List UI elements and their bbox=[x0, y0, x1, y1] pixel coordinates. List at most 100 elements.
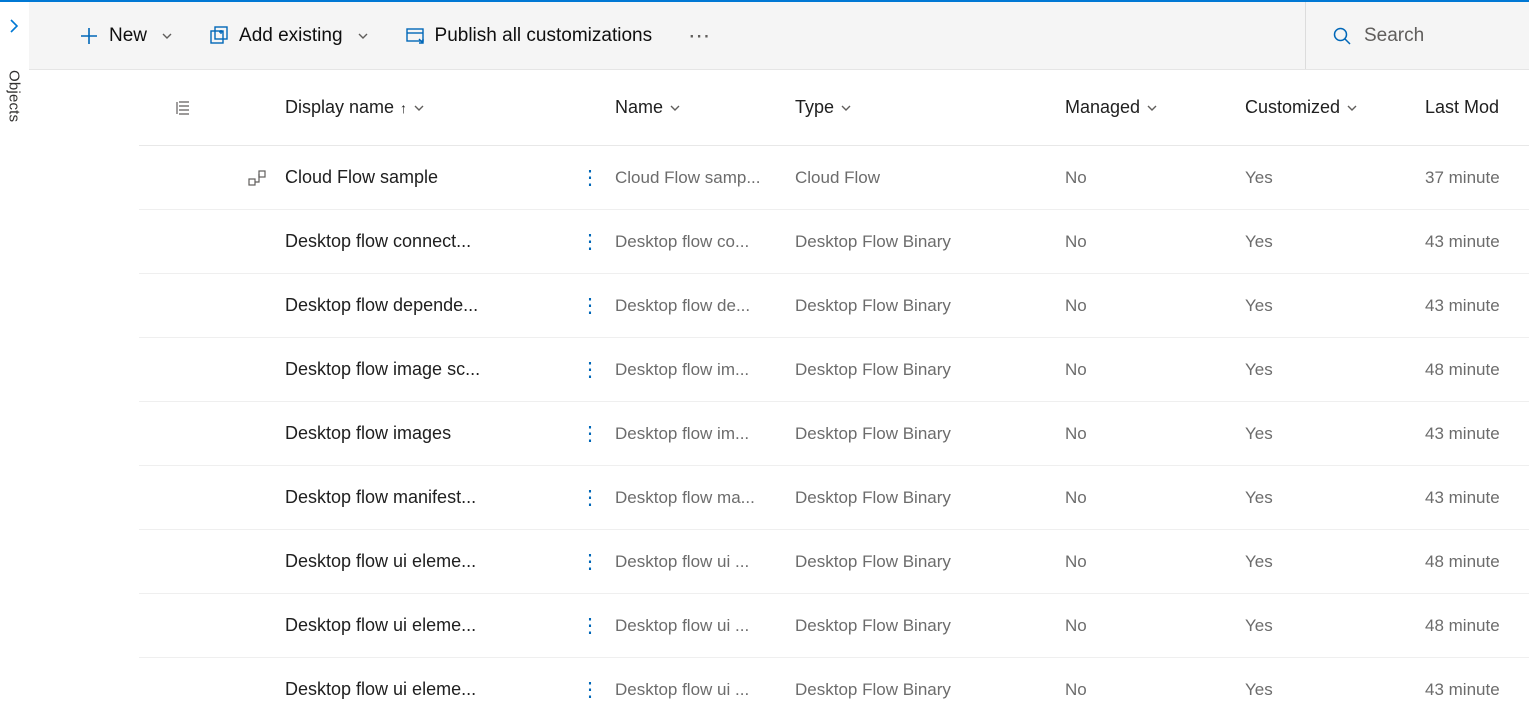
cell-managed: No bbox=[1065, 680, 1087, 700]
cell-type: Cloud Flow bbox=[795, 168, 880, 188]
row-type-icon bbox=[229, 169, 285, 187]
chevron-down-icon bbox=[1146, 102, 1158, 114]
expand-all-icon[interactable] bbox=[139, 99, 229, 117]
cell-display-name: Desktop flow manifest... bbox=[285, 487, 476, 508]
cell-last-modified: 48 minute bbox=[1425, 616, 1500, 636]
cell-display-name: Desktop flow ui eleme... bbox=[285, 679, 476, 700]
cell-managed: No bbox=[1065, 360, 1087, 380]
cell-last-modified: 43 minute bbox=[1425, 680, 1500, 700]
chevron-down-icon bbox=[840, 102, 852, 114]
table-row[interactable]: Desktop flow ui eleme... ⋮ Desktop flow … bbox=[139, 658, 1529, 701]
col-label: Type bbox=[795, 97, 834, 118]
cell-name: Desktop flow ma... bbox=[615, 488, 755, 508]
cell-last-modified: 43 minute bbox=[1425, 296, 1500, 316]
chevron-down-icon bbox=[413, 102, 425, 114]
cell-display-name: Desktop flow depende... bbox=[285, 295, 478, 316]
cell-display-name: Desktop flow ui eleme... bbox=[285, 551, 476, 572]
chevron-down-icon bbox=[357, 30, 369, 42]
cell-name: Desktop flow im... bbox=[615, 360, 749, 380]
cell-display-name: Desktop flow ui eleme... bbox=[285, 615, 476, 636]
table-row[interactable]: Desktop flow ui eleme... ⋮ Desktop flow … bbox=[139, 530, 1529, 594]
cell-customized: Yes bbox=[1245, 232, 1273, 252]
cell-last-modified: 48 minute bbox=[1425, 360, 1500, 380]
cell-name: Cloud Flow samp... bbox=[615, 168, 761, 188]
cell-name: Desktop flow ui ... bbox=[615, 552, 749, 572]
table-row[interactable]: Desktop flow depende... ⋮ Desktop flow d… bbox=[139, 274, 1529, 338]
search-box[interactable] bbox=[1305, 2, 1529, 69]
cell-managed: No bbox=[1065, 168, 1087, 188]
table-row[interactable]: Desktop flow connect... ⋮ Desktop flow c… bbox=[139, 210, 1529, 274]
cell-display-name: Desktop flow connect... bbox=[285, 231, 471, 252]
cell-type: Desktop Flow Binary bbox=[795, 680, 951, 700]
new-label: New bbox=[109, 25, 147, 47]
column-managed[interactable]: Managed bbox=[1065, 97, 1245, 118]
table-row[interactable]: Desktop flow images ⋮ Desktop flow im...… bbox=[139, 402, 1529, 466]
cell-type: Desktop Flow Binary bbox=[795, 424, 951, 444]
row-more-button[interactable]: ⋮ bbox=[565, 421, 615, 446]
new-button[interactable]: New bbox=[79, 25, 173, 47]
chevron-down-icon bbox=[1346, 102, 1358, 114]
row-more-button[interactable]: ⋮ bbox=[565, 165, 615, 190]
cell-name: Desktop flow ui ... bbox=[615, 616, 749, 636]
cell-last-modified: 37 minute bbox=[1425, 168, 1500, 188]
row-more-button[interactable]: ⋮ bbox=[565, 293, 615, 318]
chevron-down-icon bbox=[669, 102, 681, 114]
add-existing-button[interactable]: Add existing bbox=[209, 25, 369, 47]
table-row[interactable]: Desktop flow image sc... ⋮ Desktop flow … bbox=[139, 338, 1529, 402]
expand-sidebar-button[interactable] bbox=[0, 12, 28, 40]
chevron-down-icon bbox=[161, 30, 173, 42]
cell-type: Desktop Flow Binary bbox=[795, 488, 951, 508]
row-more-button[interactable]: ⋮ bbox=[565, 357, 615, 382]
col-label: Customized bbox=[1245, 97, 1340, 118]
cell-customized: Yes bbox=[1245, 552, 1273, 572]
plus-icon bbox=[79, 26, 99, 46]
table-row[interactable]: Cloud Flow sample ⋮ Cloud Flow samp... C… bbox=[139, 146, 1529, 210]
col-label: Last Mod bbox=[1425, 97, 1499, 118]
cell-display-name: Desktop flow image sc... bbox=[285, 359, 480, 380]
command-bar: New Add existing Publish all customiza bbox=[29, 2, 1529, 70]
cell-display-name: Desktop flow images bbox=[285, 423, 451, 444]
cell-name: Desktop flow co... bbox=[615, 232, 749, 252]
cell-customized: Yes bbox=[1245, 168, 1273, 188]
cell-managed: No bbox=[1065, 424, 1087, 444]
column-last-modified[interactable]: Last Mod bbox=[1425, 97, 1529, 118]
table-header: Display name ↑ Name Type Managed bbox=[139, 70, 1529, 146]
publish-label: Publish all customizations bbox=[435, 25, 653, 47]
cell-type: Desktop Flow Binary bbox=[795, 296, 951, 316]
cell-type: Desktop Flow Binary bbox=[795, 616, 951, 636]
row-more-button[interactable]: ⋮ bbox=[565, 229, 615, 254]
column-type[interactable]: Type bbox=[795, 97, 1065, 118]
sort-asc-icon: ↑ bbox=[400, 100, 407, 116]
cell-managed: No bbox=[1065, 232, 1087, 252]
add-existing-icon bbox=[209, 26, 229, 46]
col-label: Display name bbox=[285, 97, 394, 118]
row-more-button[interactable]: ⋮ bbox=[565, 549, 615, 574]
cell-name: Desktop flow de... bbox=[615, 296, 750, 316]
cell-display-name: Cloud Flow sample bbox=[285, 167, 438, 188]
publish-icon bbox=[405, 26, 425, 46]
cell-managed: No bbox=[1065, 488, 1087, 508]
column-customized[interactable]: Customized bbox=[1245, 97, 1425, 118]
col-label: Managed bbox=[1065, 97, 1140, 118]
table-row[interactable]: Desktop flow ui eleme... ⋮ Desktop flow … bbox=[139, 594, 1529, 658]
row-more-button[interactable]: ⋮ bbox=[565, 613, 615, 638]
cell-customized: Yes bbox=[1245, 616, 1273, 636]
search-icon bbox=[1332, 26, 1352, 46]
cell-last-modified: 43 minute bbox=[1425, 232, 1500, 252]
cell-managed: No bbox=[1065, 296, 1087, 316]
table-row[interactable]: Desktop flow manifest... ⋮ Desktop flow … bbox=[139, 466, 1529, 530]
cell-customized: Yes bbox=[1245, 680, 1273, 700]
cell-last-modified: 43 minute bbox=[1425, 424, 1500, 444]
cell-customized: Yes bbox=[1245, 488, 1273, 508]
cell-last-modified: 48 minute bbox=[1425, 552, 1500, 572]
sidebar-tab-objects[interactable]: Objects bbox=[6, 70, 23, 122]
more-commands-button[interactable]: ⋯ bbox=[688, 23, 712, 49]
row-more-button[interactable]: ⋮ bbox=[565, 677, 615, 701]
column-display-name[interactable]: Display name ↑ bbox=[285, 97, 565, 118]
publish-button[interactable]: Publish all customizations bbox=[405, 25, 653, 47]
cell-last-modified: 43 minute bbox=[1425, 488, 1500, 508]
add-existing-label: Add existing bbox=[239, 25, 343, 47]
row-more-button[interactable]: ⋮ bbox=[565, 485, 615, 510]
search-input[interactable] bbox=[1364, 25, 1524, 47]
column-name[interactable]: Name bbox=[615, 97, 795, 118]
